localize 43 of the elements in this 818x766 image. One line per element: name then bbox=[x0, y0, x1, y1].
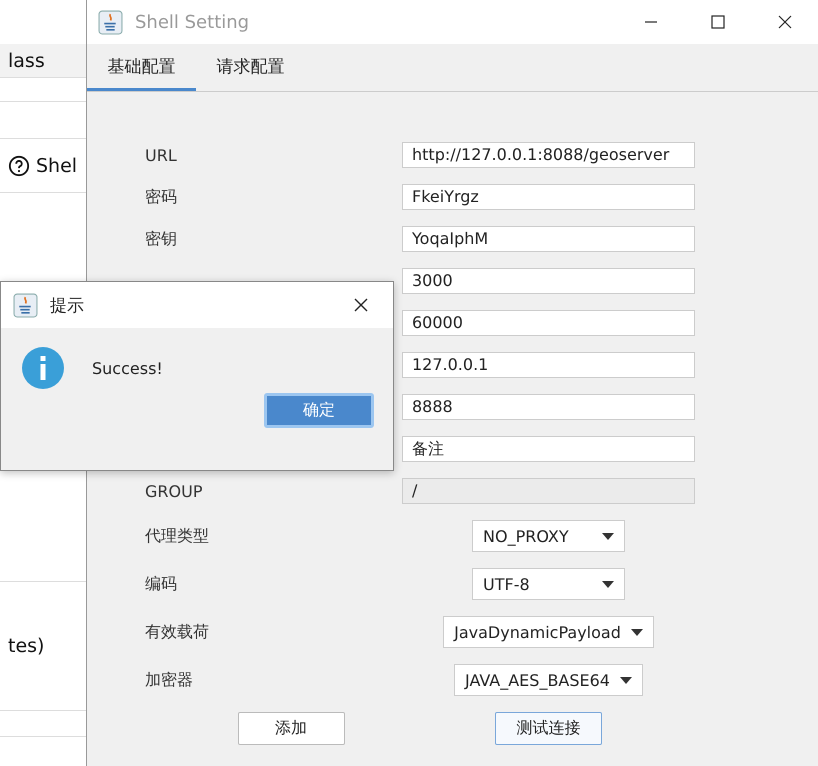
input-field[interactable]: http://127.0.0.1:8088/geoserver bbox=[402, 142, 695, 168]
dropdown[interactable]: NO_PROXY bbox=[472, 520, 625, 552]
field-label: GROUP bbox=[145, 482, 202, 500]
tab[interactable]: 基础配置 bbox=[87, 44, 196, 91]
field-label: 密钥 bbox=[145, 228, 177, 248]
input-field[interactable]: 3000 bbox=[402, 268, 695, 294]
test-connection-button[interactable]: 测试连接 bbox=[495, 712, 602, 744]
input-field[interactable]: 127.0.0.1 bbox=[402, 352, 695, 378]
close-icon[interactable] bbox=[353, 297, 369, 313]
list-item-text: lass bbox=[8, 50, 45, 72]
caret-icon bbox=[602, 580, 614, 588]
maximize-icon[interactable] bbox=[710, 14, 726, 30]
caret-icon bbox=[620, 676, 632, 684]
caret-icon bbox=[630, 628, 643, 636]
input-field[interactable]: FkeiYrgz bbox=[402, 184, 695, 210]
close-icon[interactable] bbox=[777, 14, 793, 30]
field-label: 编码 bbox=[145, 574, 178, 594]
list-item-text: Shel bbox=[36, 154, 78, 176]
dropdown[interactable]: JAVA_AES_BASE64 bbox=[454, 664, 643, 696]
dropdown[interactable]: JavaDynamicPayload bbox=[443, 616, 654, 648]
dropdown[interactable]: UTF-8 bbox=[472, 568, 625, 600]
field-label: 密码 bbox=[145, 186, 177, 206]
field-label: 有效载荷 bbox=[145, 622, 210, 642]
app-icon bbox=[98, 10, 123, 34]
field-label: URL bbox=[145, 146, 177, 164]
list-row[interactable]: lass bbox=[0, 44, 86, 77]
field-label: 加密器 bbox=[145, 670, 194, 690]
tab[interactable]: 请求配置 bbox=[196, 44, 305, 91]
input-field[interactable]: 备注 bbox=[402, 436, 695, 462]
message-text: Success! bbox=[92, 358, 163, 378]
info-icon bbox=[22, 347, 64, 389]
input-field[interactable]: 8888 bbox=[402, 394, 695, 420]
window-title: Shell Setting bbox=[135, 12, 250, 32]
input-field[interactable]: YoqaIphM bbox=[402, 226, 695, 252]
field-label: 代理类型 bbox=[145, 526, 210, 546]
app-icon bbox=[13, 292, 38, 318]
caret-icon bbox=[602, 532, 614, 540]
list-item-text: tes) bbox=[8, 635, 44, 657]
add-button[interactable]: 添加 bbox=[238, 712, 344, 744]
input-field[interactable]: 60000 bbox=[402, 310, 695, 336]
help-icon bbox=[8, 154, 30, 176]
ok-button[interactable]: 确定 bbox=[264, 393, 374, 428]
dialog-title: 提示 bbox=[50, 294, 84, 316]
